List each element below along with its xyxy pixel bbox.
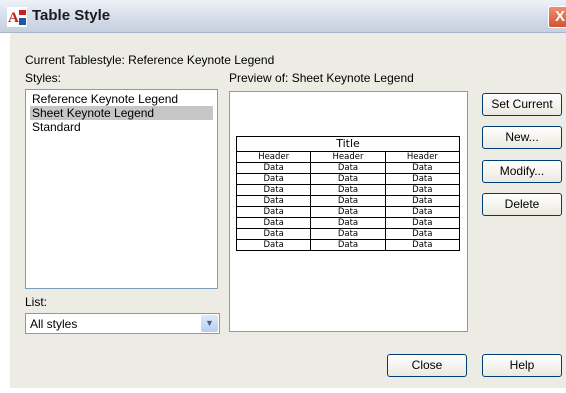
preview-header-cell: Header bbox=[384, 151, 461, 163]
list-label: List: bbox=[25, 295, 48, 309]
preview-data-cell: Data bbox=[310, 184, 386, 196]
current-tablestyle-label: Current Tablestyle: Reference Keynote Le… bbox=[25, 53, 275, 67]
styles-listbox[interactable]: Reference Keynote Legend Sheet Keynote L… bbox=[25, 89, 218, 289]
preview-header-cell: Header bbox=[235, 151, 312, 163]
list-filter-select[interactable]: All styles ▼ bbox=[25, 313, 220, 334]
help-button[interactable]: Help bbox=[482, 354, 562, 377]
preview-data-cell: Data bbox=[310, 217, 386, 229]
preview-data-cell: Data bbox=[310, 206, 386, 218]
preview-title-cell: Title bbox=[236, 136, 460, 152]
styles-label: Styles: bbox=[25, 71, 62, 85]
svg-text:A: A bbox=[8, 10, 19, 26]
preview-data-cell: Data bbox=[310, 228, 386, 240]
list-filter-value: All styles bbox=[30, 317, 78, 331]
style-item-sheet-keynote-legend[interactable]: Sheet Keynote Legend bbox=[30, 106, 213, 120]
preview-data-cell: Data bbox=[384, 184, 461, 196]
table-style-dialog: Current Tablestyle: Reference Keynote Le… bbox=[10, 33, 566, 388]
preview-data-cell: Data bbox=[235, 162, 312, 174]
new-button[interactable]: New... bbox=[482, 126, 562, 149]
title-bar: A Table Style X bbox=[0, 0, 566, 33]
preview-data-cell: Data bbox=[310, 173, 386, 185]
preview-label: Preview of: Sheet Keynote Legend bbox=[229, 71, 414, 85]
style-item-standard[interactable]: Standard bbox=[30, 120, 213, 134]
window-close-button[interactable]: X bbox=[548, 6, 566, 28]
preview-data-cell: Data bbox=[235, 206, 312, 218]
preview-data-cell: Data bbox=[310, 162, 386, 174]
preview-data-cell: Data bbox=[384, 162, 461, 174]
close-button[interactable]: Close bbox=[387, 354, 467, 377]
preview-data-cell: Data bbox=[235, 195, 312, 207]
preview-data-cell: Data bbox=[310, 195, 386, 207]
modify-button[interactable]: Modify... bbox=[482, 160, 562, 183]
preview-data-cell: Data bbox=[384, 217, 461, 229]
preview-data-cell: Data bbox=[235, 239, 312, 251]
autocad-app-icon: A bbox=[7, 7, 27, 27]
style-item-reference-keynote-legend[interactable]: Reference Keynote Legend bbox=[30, 92, 213, 106]
preview-data-cell: Data bbox=[384, 173, 461, 185]
preview-data-cell: Data bbox=[384, 195, 461, 207]
preview-data-cell: Data bbox=[310, 239, 386, 251]
delete-button[interactable]: Delete bbox=[482, 193, 562, 216]
preview-table: Title Header Header Header Data Data Data … bbox=[235, 136, 461, 251]
preview-header-cell: Header bbox=[310, 151, 386, 163]
chevron-down-icon[interactable]: ▼ bbox=[201, 315, 218, 332]
preview-data-cell: Data bbox=[235, 217, 312, 229]
preview-data-cell: Data bbox=[235, 173, 312, 185]
preview-data-cell: Data bbox=[384, 228, 461, 240]
preview-data-cell: Data bbox=[235, 228, 312, 240]
preview-data-cell: Data bbox=[384, 206, 461, 218]
preview-data-cell: Data bbox=[235, 184, 312, 196]
window-title: Table Style bbox=[32, 7, 111, 24]
style-preview-pane: Title Header Header Header Data Data Data … bbox=[229, 91, 468, 332]
set-current-button[interactable]: Set Current bbox=[482, 93, 562, 116]
preview-data-cell: Data bbox=[384, 239, 461, 251]
